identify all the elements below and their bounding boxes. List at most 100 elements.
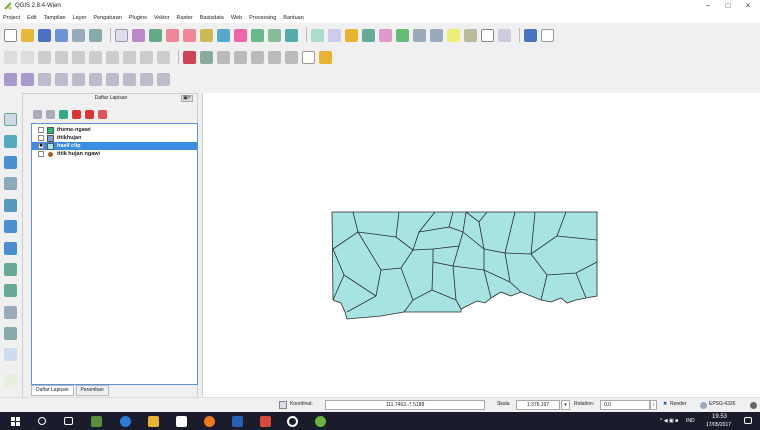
- messages-icon[interactable]: [750, 402, 757, 409]
- menu-layer[interactable]: Layer: [73, 15, 87, 21]
- paste-features-icon[interactable]: [157, 50, 170, 64]
- zoom-to-layer-icon[interactable]: [251, 28, 264, 42]
- move-feature-icon[interactable]: [72, 50, 85, 64]
- scale-dropdown-icon[interactable]: ▾: [561, 400, 570, 410]
- offset-curve-icon[interactable]: [140, 72, 153, 86]
- maximize-button[interactable]: □: [718, 0, 738, 12]
- delete-selected-icon[interactable]: [106, 50, 119, 64]
- minimize-button[interactable]: –: [698, 0, 718, 12]
- add-group-icon[interactable]: [46, 110, 55, 119]
- firefox-icon[interactable]: [204, 416, 215, 427]
- open-layer-styling-icon[interactable]: [33, 110, 42, 119]
- menu-processing[interactable]: Processing: [249, 15, 276, 21]
- menu-plugins[interactable]: Plugins: [129, 15, 147, 21]
- show-hide-labels-icon[interactable]: [234, 50, 247, 64]
- add-mssql-layer-icon[interactable]: [4, 199, 17, 212]
- show-bookmarks-icon[interactable]: [481, 28, 494, 42]
- layer-visibility-checkbox[interactable]: [38, 127, 44, 133]
- zoom-native-icon[interactable]: [200, 28, 213, 42]
- open-project-icon[interactable]: [21, 28, 34, 42]
- add-wcs-layer-icon[interactable]: [4, 263, 17, 276]
- add-postgis-layer-icon[interactable]: [4, 156, 17, 169]
- layer-row[interactable]: titik hujan ngawi: [32, 150, 197, 158]
- pin-labels-icon[interactable]: [217, 50, 230, 64]
- map-tips-icon[interactable]: [447, 28, 460, 42]
- add-raster-layer-icon[interactable]: [4, 135, 17, 148]
- clipped-polygon-layer[interactable]: [331, 211, 598, 320]
- rotate-label-icon[interactable]: [268, 50, 281, 64]
- add-spatialite-layer-icon[interactable]: [4, 177, 17, 190]
- highlight-pinned-labels-icon[interactable]: [200, 50, 213, 64]
- gps-tools-icon[interactable]: [4, 374, 17, 387]
- filter-legend-icon[interactable]: [59, 110, 68, 119]
- run-feature-action-icon[interactable]: [328, 28, 341, 42]
- menu-help[interactable]: Bantuan: [283, 15, 304, 21]
- media-app-icon[interactable]: [260, 416, 271, 427]
- open-attribute-table-icon[interactable]: [396, 28, 409, 42]
- georeferencer-icon[interactable]: [319, 50, 332, 64]
- settings-icon[interactable]: [287, 416, 298, 427]
- add-virtual-layer-icon[interactable]: [4, 327, 17, 340]
- redo-icon[interactable]: [21, 72, 34, 86]
- menu-view[interactable]: Tampilan: [44, 15, 66, 21]
- delete-ring-icon[interactable]: [106, 72, 119, 86]
- copy-features-icon[interactable]: [140, 50, 153, 64]
- map-canvas[interactable]: [202, 93, 760, 397]
- label-toolbar-icon[interactable]: [183, 50, 196, 64]
- tab-browser[interactable]: Peramban: [75, 385, 109, 396]
- collapse-all-icon[interactable]: [85, 110, 94, 119]
- render-checkbox[interactable]: ✖: [663, 401, 667, 407]
- minecraft-icon[interactable]: [91, 416, 102, 427]
- identify-features-icon[interactable]: [311, 28, 324, 42]
- deselect-all-icon[interactable]: [379, 28, 392, 42]
- reshape-features-icon[interactable]: [123, 72, 136, 86]
- save-layer-edits-icon[interactable]: [38, 50, 51, 64]
- menu-raster[interactable]: Raster: [176, 15, 192, 21]
- new-bookmark-icon[interactable]: [464, 28, 477, 42]
- layer-visibility-checkbox[interactable]: ✖: [38, 143, 44, 149]
- task-view-icon[interactable]: [64, 417, 73, 425]
- menu-project[interactable]: Project: [3, 15, 20, 21]
- add-ring-icon[interactable]: [72, 72, 85, 86]
- python-console-icon[interactable]: [524, 28, 537, 42]
- add-delimited-text-layer-icon[interactable]: [4, 306, 17, 319]
- expand-all-icon[interactable]: [72, 110, 81, 119]
- add-wms-layer-icon[interactable]: [4, 242, 17, 255]
- crs-globe-icon[interactable]: [700, 402, 707, 409]
- rotation-field[interactable]: 0,0: [600, 400, 650, 410]
- save-project-icon[interactable]: [38, 28, 51, 42]
- save-as-icon[interactable]: [55, 28, 68, 42]
- layer-visibility-checkbox[interactable]: [38, 135, 44, 141]
- layer-visibility-checkbox[interactable]: [38, 151, 44, 157]
- new-shapefile-layer-icon[interactable]: [4, 348, 17, 361]
- edge-browser-icon[interactable]: [120, 416, 131, 427]
- composer-manager-icon[interactable]: [89, 28, 102, 42]
- panel-float-close-buttons[interactable]: ▣×: [181, 95, 193, 102]
- cut-features-icon[interactable]: [123, 50, 136, 64]
- simplify-feature-icon[interactable]: [55, 72, 68, 86]
- undo-icon[interactable]: [4, 72, 17, 86]
- split-features-icon[interactable]: [157, 72, 170, 86]
- qgis-taskbar-icon[interactable]: [315, 416, 326, 427]
- menu-edit[interactable]: Edit: [27, 15, 36, 21]
- whats-this-icon[interactable]: [541, 28, 554, 42]
- field-calculator-icon[interactable]: [413, 28, 426, 42]
- file-explorer-icon[interactable]: [148, 416, 159, 427]
- layer-row-selected[interactable]: ✖ hasil clip: [32, 142, 197, 150]
- touch-zoom-icon[interactable]: [149, 28, 162, 42]
- menu-web[interactable]: Web: [231, 15, 242, 21]
- current-edits-icon[interactable]: [4, 50, 17, 64]
- close-button[interactable]: ×: [738, 0, 758, 12]
- system-tray-icons[interactable]: ^ ◀ ▣ ■: [660, 418, 678, 424]
- clock-time[interactable]: 19.53: [712, 414, 727, 420]
- change-label-icon[interactable]: [285, 50, 298, 64]
- zoom-in-icon[interactable]: [166, 28, 179, 42]
- add-feature-icon[interactable]: [55, 50, 68, 64]
- rotate-feature-icon[interactable]: [38, 72, 51, 86]
- zoom-out-icon[interactable]: [183, 28, 196, 42]
- add-vector-layer-icon[interactable]: [4, 113, 17, 126]
- menu-settings[interactable]: Pengaturan: [93, 15, 121, 21]
- windows-start-icon[interactable]: [10, 416, 21, 427]
- input-language[interactable]: IND: [686, 418, 695, 424]
- add-delimited-text-icon[interactable]: [302, 50, 315, 64]
